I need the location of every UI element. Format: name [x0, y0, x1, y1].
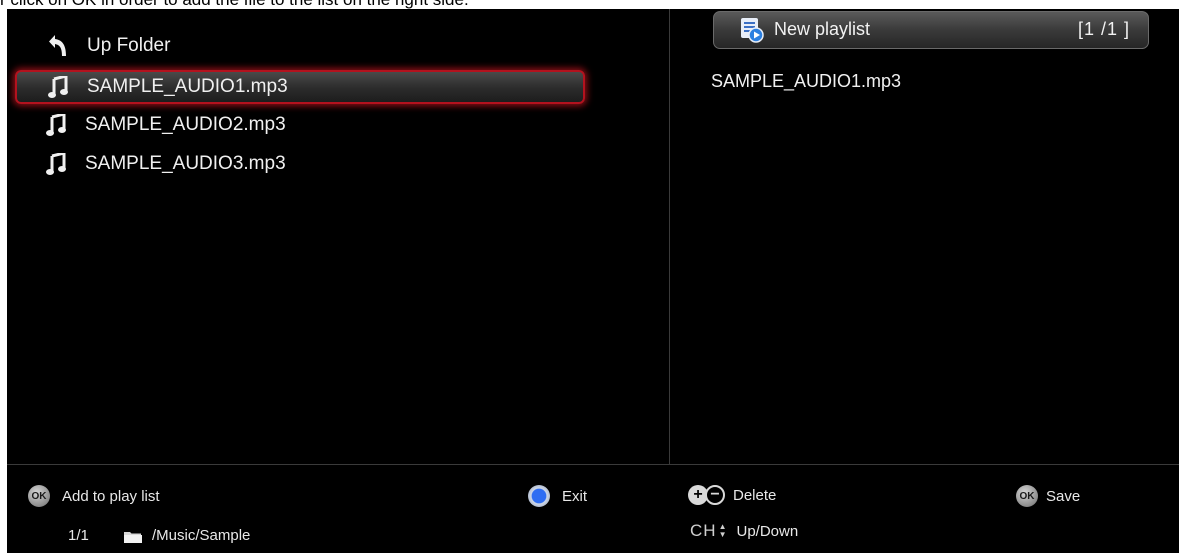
file-item-sample-audio2[interactable]: SAMPLE_AUDIO2.mp3	[15, 108, 581, 142]
path-text: /Music/Sample	[152, 527, 251, 544]
add-to-playlist-hint[interactable]: OK Add to play list	[28, 485, 160, 507]
current-path: /Music/Sample	[90, 527, 250, 544]
ok-button-icon: OK	[28, 485, 50, 507]
file-name: SAMPLE_AUDIO2.mp3	[85, 114, 286, 135]
channel-updown-hint: CH ▲ ▼ Up/Down	[690, 521, 798, 541]
playlist-icon	[740, 17, 764, 43]
ok-button-icon: OK	[1016, 485, 1038, 507]
file-name: SAMPLE_AUDIO3.mp3	[85, 153, 286, 174]
plus-minus-icon: + −	[688, 485, 725, 505]
playlist-entry[interactable]: SAMPLE_AUDIO1.mp3	[711, 71, 901, 92]
playlist-pane: New playlist [1 /1 ] SAMPLE_AUDIO1.mp3	[670, 9, 1179, 464]
music-note-icon	[41, 72, 75, 102]
save-label: Save	[1046, 487, 1081, 505]
ch-label: CH	[690, 521, 717, 540]
playlist-title: New playlist	[774, 19, 871, 39]
file-name: SAMPLE_AUDIO1.mp3	[87, 76, 288, 97]
file-item-sample-audio1[interactable]: SAMPLE_AUDIO1.mp3	[15, 70, 585, 104]
exit-label: Exit	[562, 487, 588, 505]
up-folder-label: Up Folder	[87, 35, 171, 56]
page-indicator: 1/1	[68, 527, 89, 544]
footer-divider	[7, 464, 1179, 465]
exit-hint[interactable]: Exit	[528, 485, 587, 507]
folder-icon	[124, 530, 142, 543]
playlist-count: [1 /1 ]	[1077, 19, 1130, 39]
blue-button-icon	[528, 485, 550, 507]
instruction-caption: r click on OK in order to add the file t…	[0, 0, 1179, 9]
up-down-arrows-icon: ▲ ▼	[718, 522, 727, 539]
up-folder-item[interactable]: Up Folder	[15, 29, 581, 63]
file-item-sample-audio3[interactable]: SAMPLE_AUDIO3.mp3	[15, 147, 581, 181]
delete-hint[interactable]: + − Delete	[688, 485, 776, 505]
delete-label: Delete	[733, 486, 777, 504]
playlist-header[interactable]: New playlist [1 /1 ]	[713, 11, 1149, 49]
music-note-icon	[39, 149, 73, 179]
media-player-screen: Up Folder SAMPLE_AUDIO1.mp3 SAMPLE_AUDIO…	[7, 9, 1179, 553]
add-label: Add to play list	[62, 487, 160, 505]
back-arrow-icon	[41, 31, 75, 61]
music-note-icon	[39, 110, 73, 140]
file-browser-pane: Up Folder SAMPLE_AUDIO1.mp3 SAMPLE_AUDIO…	[7, 9, 669, 464]
updown-label: Up/Down	[736, 522, 799, 540]
save-hint[interactable]: OK Save	[1016, 485, 1080, 507]
